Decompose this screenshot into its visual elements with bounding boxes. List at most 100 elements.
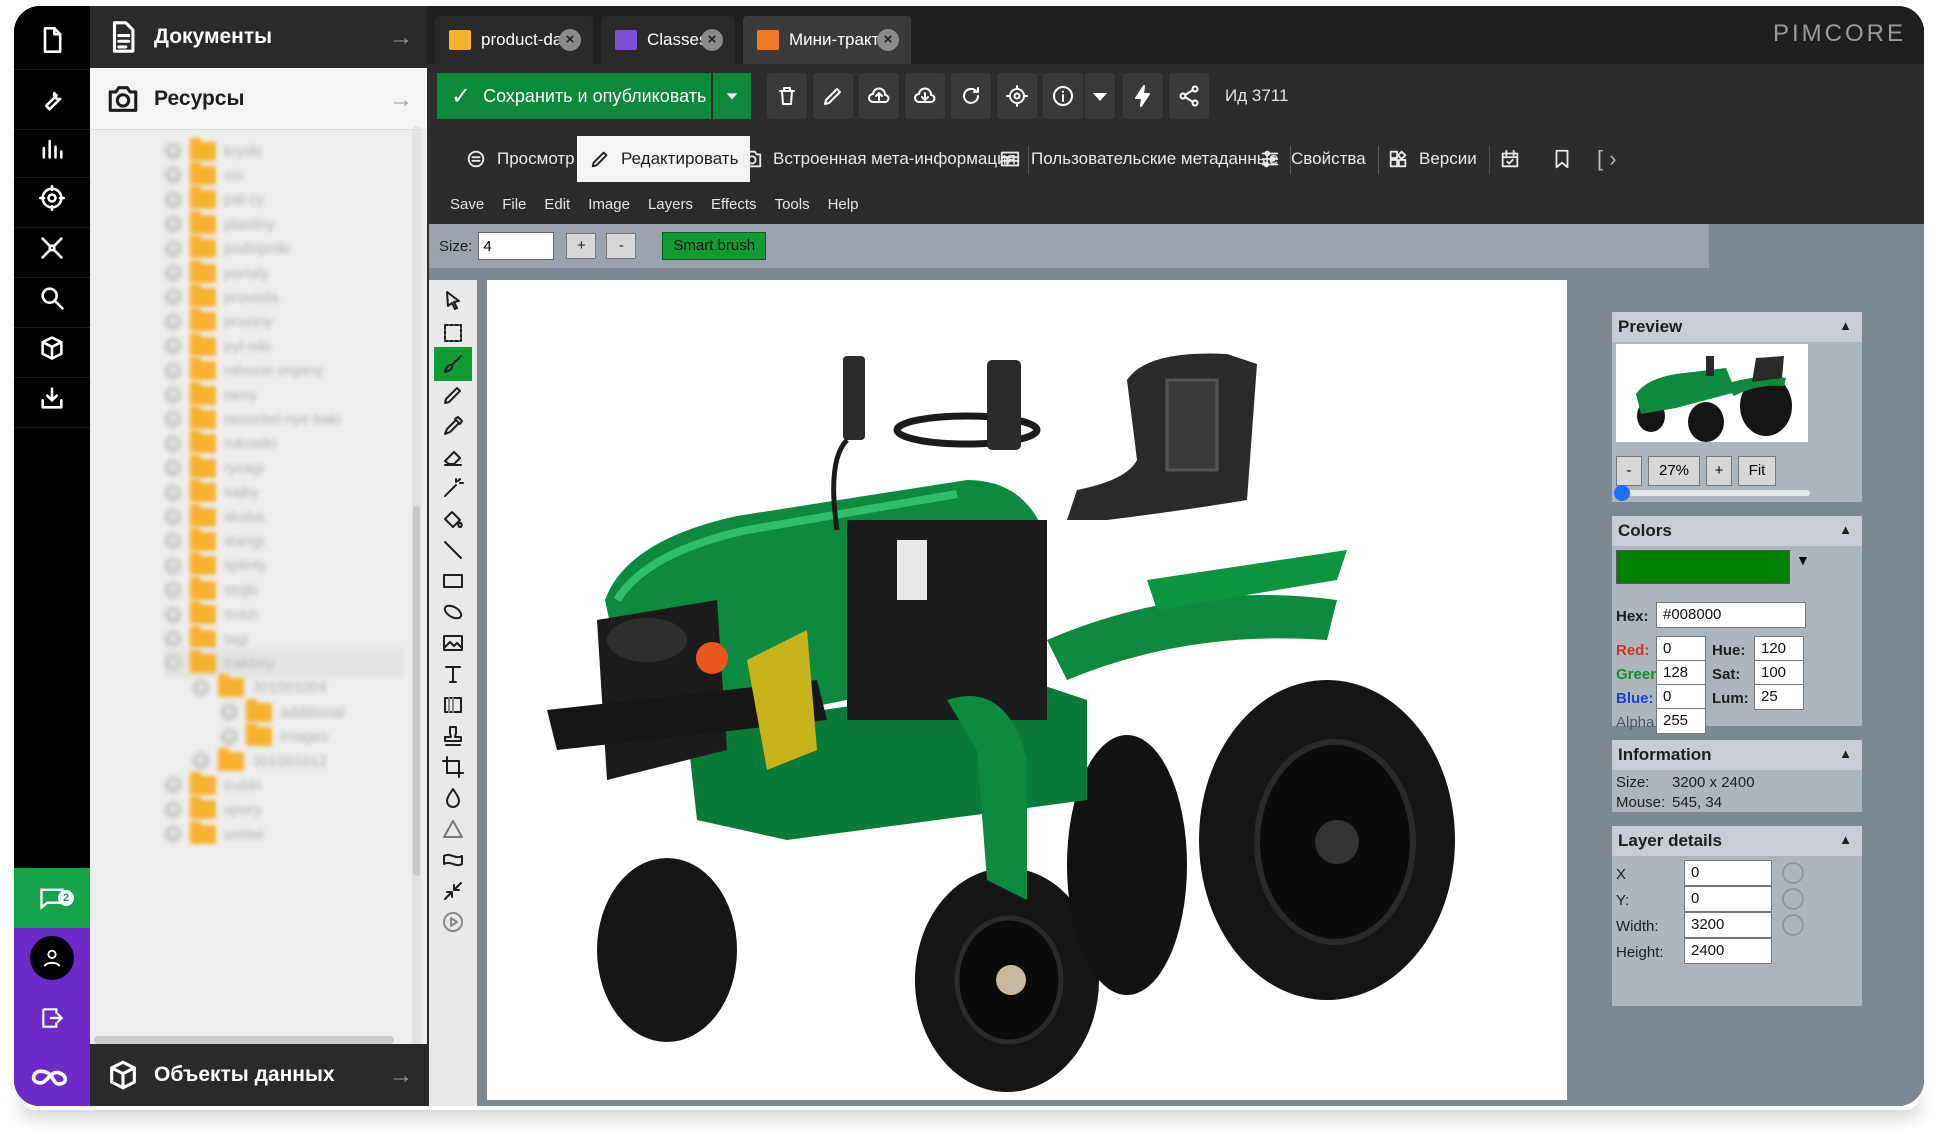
expand-icon[interactable]: + <box>164 312 182 331</box>
layer-x-input[interactable]: 0 <box>1684 860 1772 886</box>
brush-tool[interactable] <box>434 347 472 381</box>
layer-y-input[interactable]: 0 <box>1684 886 1772 912</box>
rectangle-tool[interactable] <box>434 564 472 598</box>
hex-input[interactable]: #008000 <box>1656 602 1806 628</box>
menu-effects[interactable]: Effects <box>711 196 757 213</box>
expand-icon[interactable]: + <box>164 483 182 502</box>
logout-button[interactable] <box>14 988 90 1048</box>
tab-notes[interactable] <box>1539 136 1585 182</box>
expand-icon[interactable]: + <box>164 825 182 844</box>
assets-accordion[interactable]: Ресурсы → <box>90 68 427 130</box>
delete-button[interactable] <box>767 73 807 119</box>
expand-icon[interactable]: + <box>164 800 182 819</box>
pimcore-logo-button[interactable] <box>14 1048 90 1106</box>
expand-icon[interactable]: + <box>164 410 182 429</box>
close-icon[interactable]: × <box>877 29 899 51</box>
alpha-input[interactable]: 255 <box>1656 708 1706 734</box>
expand-icon[interactable]: + <box>164 654 182 673</box>
image-tool[interactable] <box>434 626 472 660</box>
zoom-slider[interactable] <box>1614 485 1810 501</box>
tab-more[interactable]: [ › <box>1585 136 1629 182</box>
reset-icon[interactable] <box>1782 914 1804 936</box>
expand-icon[interactable]: + <box>164 556 182 575</box>
bulge-tool[interactable] <box>434 843 472 877</box>
brush-size-input[interactable] <box>478 232 555 260</box>
expand-icon[interactable]: + <box>164 142 182 160</box>
pencil-tool[interactable] <box>434 378 472 412</box>
inbox-icon[interactable] <box>14 368 90 428</box>
user-button[interactable] <box>14 928 90 988</box>
expand-icon[interactable]: + <box>164 508 182 526</box>
expand-icon[interactable]: + <box>164 288 182 307</box>
chevron-down-icon[interactable]: ▼ <box>1796 552 1810 568</box>
blue-input[interactable]: 0 <box>1656 684 1706 710</box>
actions-button[interactable] <box>1123 73 1163 119</box>
tab-preview[interactable]: Просмотр <box>453 136 587 182</box>
expand-icon[interactable]: + <box>164 776 182 795</box>
share-button[interactable] <box>1169 73 1209 119</box>
colors-panel-header[interactable]: Colors ▲ <box>1612 516 1862 546</box>
locate-button[interactable] <box>997 73 1037 119</box>
image-canvas[interactable] <box>487 280 1567 1100</box>
download-button[interactable] <box>905 73 945 119</box>
more-dropdown[interactable] <box>1085 73 1115 119</box>
expand-icon[interactable]: + <box>192 678 210 697</box>
expand-icon[interactable]: + <box>164 581 182 600</box>
marquee-tool[interactable] <box>434 316 472 350</box>
zoom-slider-handle[interactable] <box>1614 485 1630 501</box>
collapse-icon[interactable]: ▲ <box>1839 746 1852 761</box>
tab-classes[interactable]: Classes × <box>601 16 735 64</box>
menu-tools[interactable]: Tools <box>775 196 810 213</box>
upload-button[interactable] <box>859 73 899 119</box>
tree-scrollbar[interactable] <box>412 126 421 1046</box>
blur-tool[interactable] <box>434 781 472 815</box>
menu-layers[interactable]: Layers <box>648 196 693 213</box>
tree-item[interactable]: + ustitel <box>164 819 263 849</box>
reset-icon[interactable] <box>1782 862 1804 884</box>
line-tool[interactable] <box>434 533 472 567</box>
crop-tool[interactable] <box>434 750 472 784</box>
expand-icon[interactable]: + <box>164 166 182 185</box>
menu-edit[interactable]: Edit <box>544 196 570 213</box>
ellipse-tool[interactable] <box>434 595 472 629</box>
tab-embedded-meta[interactable]: Встроенная мета-информация <box>729 136 1029 182</box>
red-input[interactable]: 0 <box>1656 636 1706 662</box>
expand-icon[interactable]: + <box>164 215 182 234</box>
expand-icon[interactable]: + <box>164 337 182 356</box>
rename-button[interactable] <box>813 73 853 119</box>
expand-icon[interactable]: + <box>164 532 182 551</box>
menu-file[interactable]: File <box>502 196 526 213</box>
information-panel-header[interactable]: Information ▲ <box>1612 740 1862 770</box>
magic-wand-tool[interactable] <box>434 471 472 505</box>
animation-tool[interactable] <box>434 905 472 939</box>
transform-tool[interactable] <box>434 874 472 908</box>
eyedropper-tool[interactable] <box>434 409 472 443</box>
expand-icon[interactable]: + <box>164 239 182 258</box>
layer-height-input[interactable]: 2400 <box>1684 938 1772 964</box>
expand-icon[interactable]: + <box>220 703 238 722</box>
text-tool[interactable] <box>434 657 472 691</box>
document-icon[interactable] <box>14 10 90 70</box>
expand-icon[interactable]: + <box>164 386 182 404</box>
tree-horizontal-scrollbar[interactable] <box>94 1036 394 1044</box>
tab-schedule[interactable] <box>1487 136 1533 182</box>
color-swatch[interactable] <box>1616 550 1790 584</box>
menu-save[interactable]: Save <box>450 196 484 213</box>
zoom-out-button[interactable]: - <box>1616 456 1642 486</box>
close-icon[interactable]: × <box>559 29 581 51</box>
save-publish-button[interactable]: ✓ Сохранить и опубликовать <box>437 73 711 119</box>
collapse-icon[interactable]: ▲ <box>1839 318 1852 333</box>
expand-icon[interactable]: + <box>164 630 182 648</box>
tab-product-data[interactable]: product-data × <box>435 16 593 64</box>
close-icon[interactable]: × <box>701 29 723 51</box>
scrollbar-thumb[interactable] <box>413 506 420 876</box>
expand-icon[interactable]: + <box>164 434 182 453</box>
notifications-button[interactable]: 2 <box>14 868 90 928</box>
menu-image[interactable]: Image <box>588 196 630 213</box>
expand-icon[interactable]: + <box>164 361 182 380</box>
expand-icon[interactable]: + <box>164 605 182 624</box>
expand-icon[interactable]: + <box>164 264 182 282</box>
sat-input[interactable]: 100 <box>1754 660 1804 686</box>
size-increase-button[interactable]: + <box>566 233 597 259</box>
tab-mini-tractor[interactable]: Мини-трактор × <box>743 16 911 64</box>
